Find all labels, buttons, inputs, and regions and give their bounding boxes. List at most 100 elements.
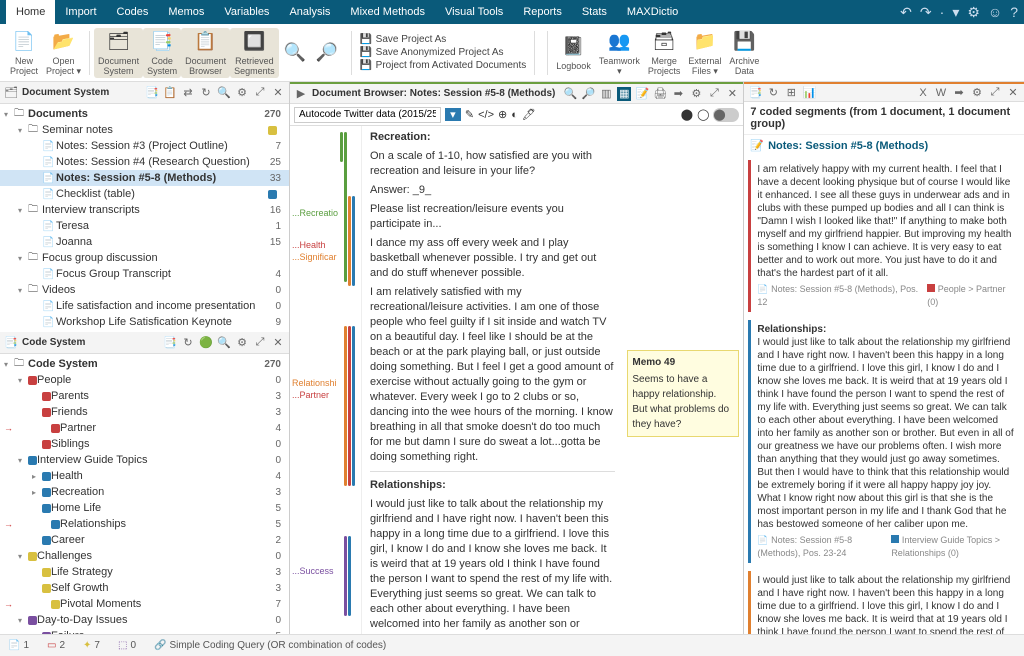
- menu-tab-reports[interactable]: Reports: [513, 0, 572, 24]
- tree-item[interactable]: ▾🗀Videos0: [0, 282, 289, 298]
- gear-icon[interactable]: ⚙: [967, 4, 980, 21]
- ribbon-item[interactable]: 🔍: [279, 39, 311, 67]
- doc-tree[interactable]: ▾🗀Documents270▾🗀Seminar notes📄Notes: Ses…: [0, 104, 289, 332]
- code-bar[interactable]: [352, 196, 355, 286]
- doc-content[interactable]: Recreation: On a scale of 1-10, how sati…: [362, 126, 623, 634]
- gear-icon[interactable]: ⚙: [689, 87, 703, 101]
- ribbon-external[interactable]: 📁ExternalFiles ▾: [684, 28, 725, 78]
- tree-item[interactable]: → Partner4: [0, 420, 289, 436]
- collapse-icon[interactable]: ⤢: [988, 86, 1002, 100]
- close-icon[interactable]: ✕: [271, 336, 285, 350]
- menu-tab-stats[interactable]: Stats: [572, 0, 617, 24]
- toolbar-icon[interactable]: </>: [478, 109, 494, 121]
- tree-item[interactable]: 📄Life satisfaction and income presentati…: [0, 298, 289, 314]
- menu-tab-analysis[interactable]: Analysis: [279, 0, 340, 24]
- dropdown-icon[interactable]: ▾: [445, 108, 461, 121]
- code-bar[interactable]: [344, 536, 347, 616]
- tree-item[interactable]: → Pivotal Moments7: [0, 596, 289, 612]
- menu-tab-mixed-methods[interactable]: Mixed Methods: [340, 0, 435, 24]
- doc-act-icon[interactable]: 📑: [145, 86, 159, 100]
- tool-icon[interactable]: ↻: [766, 86, 780, 100]
- ribbon-document[interactable]: 📋DocumentBrowser: [181, 28, 230, 78]
- doc-act-icon[interactable]: 📋: [163, 86, 177, 100]
- ribbon-new[interactable]: 📄NewProject: [6, 28, 42, 78]
- save-option[interactable]: 💾Project from Activated Documents: [360, 60, 527, 71]
- retrieved-segments[interactable]: I am relatively happy with my current he…: [744, 156, 1024, 634]
- ribbon-document[interactable]: 🗂DocumentSystem: [94, 28, 143, 78]
- code-bar[interactable]: [352, 326, 355, 486]
- toolbar-icon[interactable]: ⬤: [681, 108, 693, 121]
- retrieved-doc[interactable]: 📝 Notes: Session #5-8 (Methods): [744, 135, 1024, 156]
- close-icon[interactable]: ✕: [271, 86, 285, 100]
- redo-icon[interactable]: ↷: [920, 4, 932, 21]
- tool-icon[interactable]: ⊞: [784, 86, 798, 100]
- gear-icon[interactable]: ⚙: [235, 336, 249, 350]
- tree-item[interactable]: ▾ People0: [0, 372, 289, 388]
- tree-item[interactable]: ▾ Challenges0: [0, 548, 289, 564]
- close-icon[interactable]: ✕: [725, 87, 739, 101]
- code-bar[interactable]: [348, 536, 351, 616]
- code-act-icon[interactable]: 📑: [163, 336, 177, 350]
- tree-item[interactable]: 📄Focus Group Transcript4: [0, 266, 289, 282]
- collapse-icon[interactable]: ⤢: [707, 87, 721, 101]
- toolbar-icon[interactable]: ◐: [511, 109, 518, 121]
- tree-item[interactable]: 📄Notes: Session #5-8 (Methods)33: [0, 170, 289, 186]
- doc-view[interactable]: ...Recreatio...Health...SignificarRelati…: [290, 126, 743, 634]
- code-bar[interactable]: [348, 326, 351, 486]
- col-icon[interactable]: ▦: [617, 87, 631, 101]
- menu-tab-import[interactable]: Import: [55, 0, 106, 24]
- code-act-icon[interactable]: 🟢: [199, 336, 213, 350]
- export-icon[interactable]: ➡: [952, 86, 966, 100]
- smile-icon[interactable]: ☺: [988, 4, 1002, 20]
- toggle-icon[interactable]: ⬤: [713, 108, 739, 122]
- code-bar[interactable]: [344, 326, 347, 486]
- tree-item[interactable]: ▾🗀Focus group discussion: [0, 250, 289, 266]
- ribbon-open[interactable]: 📂OpenProject ▾: [42, 28, 85, 78]
- ribbon-code[interactable]: 📑CodeSystem: [143, 28, 181, 78]
- export-icon[interactable]: ➡: [671, 87, 685, 101]
- memo[interactable]: Memo 49 Seems to have a happy relationsh…: [627, 350, 739, 437]
- code-bar[interactable]: [344, 132, 347, 282]
- tree-root[interactable]: ▾🗀Documents270: [0, 106, 289, 122]
- ribbon-logbook[interactable]: 📓Logbook: [552, 33, 595, 73]
- ribbon-retrieved[interactable]: 🔲RetrievedSegments: [230, 28, 279, 78]
- collapse-icon[interactable]: ⤢: [253, 86, 267, 100]
- search-icon[interactable]: 🔍: [217, 336, 231, 350]
- menu-tab-visual-tools[interactable]: Visual Tools: [435, 0, 513, 24]
- segment[interactable]: I am relatively happy with my current he…: [748, 160, 1020, 312]
- toolbar-icon[interactable]: 🖊: [522, 108, 536, 121]
- segment[interactable]: Relationships:I would just like to talk …: [748, 320, 1020, 563]
- toolbar-icon[interactable]: ⊕: [498, 108, 507, 121]
- tree-item[interactable]: 📄Teresa1: [0, 218, 289, 234]
- toolbar-icon[interactable]: ✎: [465, 108, 474, 121]
- ribbon-teamwork[interactable]: 👥Teamwork▾: [595, 28, 644, 78]
- search-icon[interactable]: 🔍: [217, 86, 231, 100]
- tree-item[interactable]: 📄Notes: Session #4 (Research Question)25: [0, 154, 289, 170]
- tree-item[interactable]: 📄Checklist (table): [0, 186, 289, 202]
- tree-item[interactable]: Friends3: [0, 404, 289, 420]
- help-icon[interactable]: ?: [1010, 4, 1018, 20]
- tree-item[interactable]: ▾ Interview Guide Topics0: [0, 452, 289, 468]
- tree-root[interactable]: ▾🗀Code System270: [0, 356, 289, 372]
- excel-icon[interactable]: X: [916, 86, 930, 100]
- doc-act-icon[interactable]: ⇄: [181, 86, 195, 100]
- menu-tab-variables[interactable]: Variables: [214, 0, 279, 24]
- tool-icon[interactable]: 📑: [748, 86, 762, 100]
- search-icon[interactable]: 🔍: [563, 87, 577, 101]
- tree-item[interactable]: Life Strategy3: [0, 564, 289, 580]
- segment[interactable]: I would just like to talk about the rela…: [748, 571, 1020, 634]
- menu-tab-memos[interactable]: Memos: [158, 0, 214, 24]
- tree-item[interactable]: Parents3: [0, 388, 289, 404]
- gear-icon[interactable]: ⚙: [235, 86, 249, 100]
- tree-item[interactable]: Siblings0: [0, 436, 289, 452]
- tree-item[interactable]: Career2: [0, 532, 289, 548]
- menu-tab-maxdictio[interactable]: MAXDictio: [617, 0, 688, 24]
- ribbon-item[interactable]: 🔎: [311, 39, 343, 67]
- col-icon[interactable]: ▥: [599, 87, 613, 101]
- undo-icon[interactable]: ↶: [900, 4, 912, 21]
- code-bar[interactable]: [348, 196, 351, 286]
- word-icon[interactable]: W: [934, 86, 948, 100]
- print-icon[interactable]: 🖨: [653, 87, 667, 101]
- gear-icon[interactable]: ⚙: [970, 86, 984, 100]
- tree-item[interactable]: ▾ Day-to-Day Issues0: [0, 612, 289, 628]
